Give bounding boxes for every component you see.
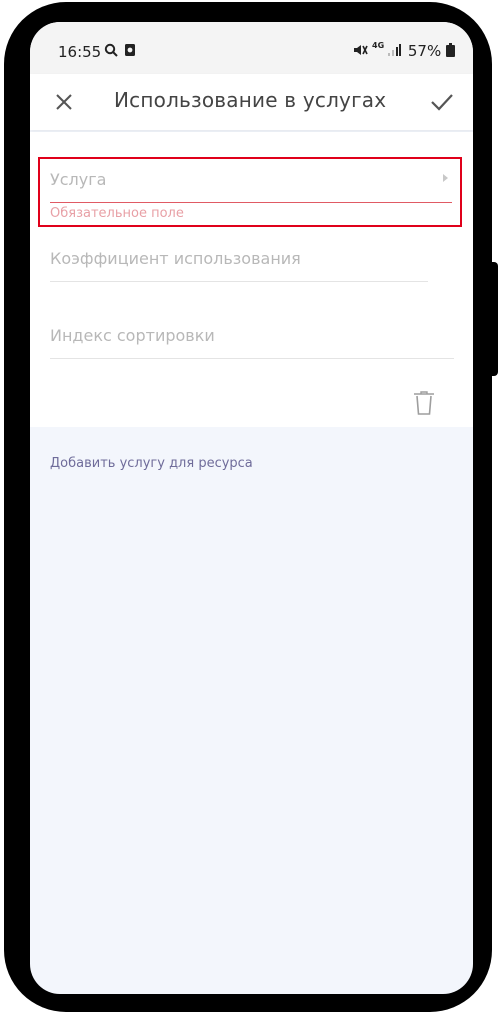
status-time: 16:55 (58, 43, 102, 61)
coefficient-placeholder: Коэффициент использования (50, 249, 301, 268)
service-field-label: Услуга (50, 170, 107, 189)
mute-icon (352, 43, 368, 61)
trash-icon (414, 391, 434, 415)
sort-index-input[interactable]: Индекс сортировки (50, 322, 454, 359)
form-card: Услуга Обязательное поле Коэффициент исп… (30, 132, 473, 427)
notification-icon (124, 43, 136, 61)
battery-icon (446, 43, 455, 57)
power-button-left (4, 318, 14, 398)
confirm-button[interactable] (429, 90, 455, 114)
service-select-field[interactable]: Услуга (50, 166, 452, 203)
sort-index-placeholder: Индекс сортировки (50, 326, 215, 345)
app-bar: Использование в услугах (30, 74, 473, 130)
network-4g-label: 4G (372, 41, 385, 50)
close-icon (56, 94, 72, 110)
battery-percent: 57% (407, 42, 442, 60)
signal-icon (387, 43, 401, 61)
close-button[interactable] (52, 90, 76, 114)
status-bar: 16:55 4G 57% (30, 22, 473, 74)
required-field-hint: Обязательное поле (50, 206, 184, 221)
volume-button (4, 228, 14, 306)
check-icon (431, 94, 453, 111)
delete-button[interactable] (413, 390, 435, 416)
page-title: Использование в услугах (114, 88, 387, 112)
power-button-right (488, 262, 498, 376)
coefficient-input[interactable]: Коэффициент использования (50, 245, 428, 282)
add-service-link[interactable]: Добавить услугу для ресурса (50, 456, 253, 471)
phone-screen: 16:55 4G 57% Использование в услугах Усл… (30, 22, 473, 994)
chevron-right-icon (443, 174, 448, 182)
search-icon (104, 43, 118, 61)
